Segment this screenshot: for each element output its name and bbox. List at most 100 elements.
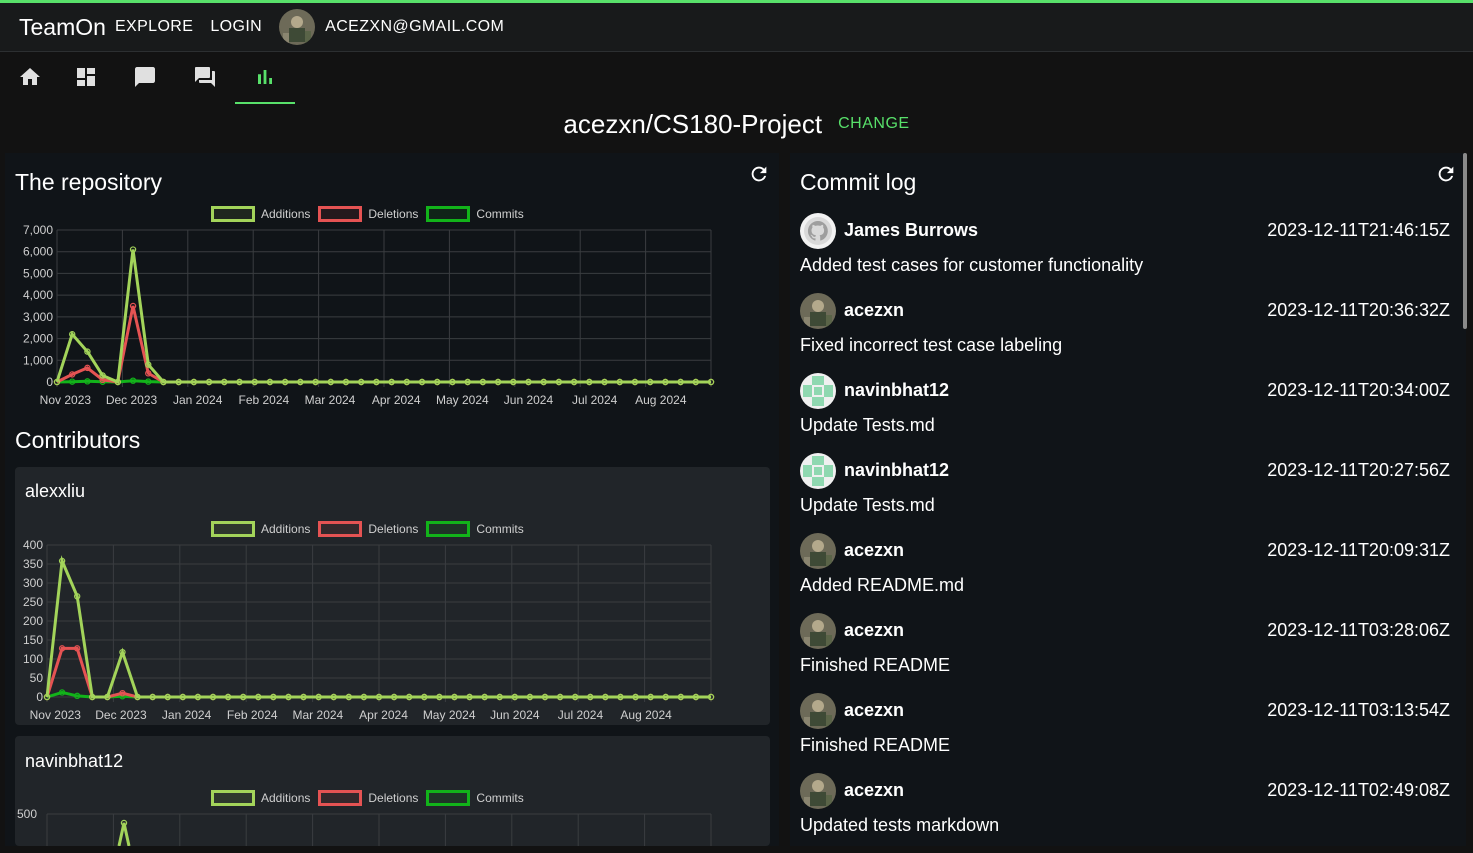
- commit-message: Finished README: [800, 655, 951, 675]
- author-avatar: [800, 453, 836, 489]
- commit-entry[interactable]: acezxn 2023-12-11T20:09:31Z Added README.m…: [800, 533, 1450, 613]
- scrollbar[interactable]: [1463, 153, 1467, 329]
- chart-legend: Additions Deletions Commits: [211, 206, 532, 222]
- commit-entry[interactable]: navinbhat12 2023-12-11T20:27:56Z Update Te…: [800, 453, 1450, 533]
- y-tick-label: 5,000: [23, 266, 53, 280]
- user-avatar[interactable]: [279, 9, 316, 45]
- repo-header: acezxn/CS180-Project CHANGE: [0, 106, 1473, 142]
- commit-author: acezxn: [844, 540, 905, 560]
- author-avatar: [800, 773, 836, 809]
- y-tick-label: 50: [30, 671, 44, 685]
- commit-timestamp: 2023-12-11T21:46:15Z: [1267, 220, 1450, 240]
- home-icon[interactable]: [0, 52, 60, 102]
- y-tick-label: 400: [23, 538, 43, 552]
- y-tick-label: 2,000: [23, 332, 53, 346]
- commit-author: acezxn: [844, 620, 905, 640]
- x-tick-label: Jan 2024: [173, 393, 223, 407]
- y-tick-label: 1,000: [23, 353, 53, 367]
- x-tick-label: Nov 2023: [30, 708, 82, 722]
- y-tick-label: 4,000: [23, 288, 53, 302]
- x-tick-label: Nov 2023: [40, 393, 92, 407]
- commit-timestamp: 2023-12-11T20:09:31Z: [1267, 540, 1450, 560]
- repository-chart: 0 1,000 2,000 3,000 4,000 5,000 6,000 7,000 Nov …: [23, 223, 715, 407]
- legend-commits[interactable]: Commits: [426, 521, 524, 537]
- legend-deletions[interactable]: Deletions: [318, 790, 418, 806]
- commit-author: navinbhat12: [844, 380, 950, 400]
- x-tick-label: Aug 2024: [620, 708, 672, 722]
- legend-additions[interactable]: Additions: [211, 521, 310, 537]
- y-tick-label: 0: [36, 690, 43, 704]
- y-tick-label: 3,000: [23, 310, 53, 324]
- commit-message: Finished README: [800, 735, 951, 755]
- commit-message: Updated tests markdown: [800, 815, 1000, 835]
- legend-additions[interactable]: Additions: [211, 206, 310, 222]
- commit-message: Update Tests.md: [800, 415, 935, 435]
- contributors-title: Contributors: [15, 427, 141, 453]
- contributor-chart: 500: [17, 807, 712, 846]
- y-tick-label: 300: [23, 576, 43, 590]
- contributor-name: alexxliu: [25, 481, 86, 501]
- refresh-repository-icon[interactable]: [748, 163, 770, 185]
- forum-icon[interactable]: [175, 52, 235, 102]
- commit-message: Added README.md: [800, 575, 965, 595]
- commit-timestamp: 2023-12-11T03:13:54Z: [1267, 700, 1450, 720]
- x-tick-label: Jul 2024: [572, 393, 618, 407]
- y-tick-label: 100: [23, 652, 43, 666]
- nav-login[interactable]: LOGIN: [210, 18, 262, 36]
- author-avatar: [800, 373, 836, 409]
- legend-commits[interactable]: Commits: [426, 206, 524, 222]
- x-tick-label: Jul 2024: [558, 708, 604, 722]
- author-avatar: [800, 613, 836, 649]
- x-tick-label: Mar 2024: [305, 393, 356, 407]
- y-tick-label: 0: [46, 375, 53, 389]
- change-repo-button[interactable]: CHANGE: [838, 115, 909, 133]
- brand-logo[interactable]: TeamOn: [19, 14, 106, 41]
- y-tick-label: 150: [23, 633, 43, 647]
- nav-explore[interactable]: EXPLORE: [115, 18, 193, 36]
- commit-entry[interactable]: acezxn 2023-12-11T03:13:54Z Finished READM…: [800, 693, 1450, 773]
- x-tick-label: Jun 2024: [490, 708, 540, 722]
- dashboard-icon[interactable]: [56, 52, 116, 102]
- user-email[interactable]: ACEZXN@GMAIL.COM: [325, 18, 504, 36]
- view-toolbar: [0, 52, 1473, 104]
- x-tick-label: Dec 2023: [95, 708, 147, 722]
- x-tick-label: Jan 2024: [162, 708, 212, 722]
- contributor-chart: 0 50 100 150 200 250 300 350 400 Nov 2023 Dec 2023…: [23, 538, 715, 722]
- series-line-additions: [117, 822, 131, 846]
- legend-deletions[interactable]: Deletions: [318, 521, 418, 537]
- commit-author: navinbhat12: [844, 460, 950, 480]
- legend-additions[interactable]: Additions: [211, 790, 310, 806]
- x-tick-label: Dec 2023: [106, 393, 158, 407]
- github-icon: [800, 213, 836, 249]
- y-tick-label: 500: [17, 807, 37, 821]
- chat-icon[interactable]: [115, 52, 175, 102]
- x-tick-label: Mar 2024: [293, 708, 344, 722]
- commit-message: Fixed incorrect test case labeling: [800, 335, 1063, 355]
- commit-entry[interactable]: navinbhat12 2023-12-11T20:34:00Z Update Te…: [800, 373, 1450, 453]
- x-tick-label: Apr 2024: [359, 708, 408, 722]
- commit-message: Added test cases for customer functional…: [800, 255, 1144, 275]
- commit-entry[interactable]: acezxn 2023-12-11T02:49:08Z Updated tests …: [800, 773, 1450, 853]
- chart-legend: Additions Deletions Commits: [211, 521, 532, 537]
- bar-chart-icon[interactable]: [235, 52, 295, 104]
- author-avatar: [800, 693, 836, 729]
- legend-commits[interactable]: Commits: [426, 790, 524, 806]
- author-avatar: [800, 533, 836, 569]
- y-tick-label: 6,000: [23, 245, 53, 259]
- contributor-name: navinbhat12: [25, 751, 124, 771]
- x-tick-label: Aug 2024: [635, 393, 687, 407]
- y-tick-label: 250: [23, 595, 43, 609]
- x-tick-label: Feb 2024: [227, 708, 278, 722]
- x-tick-label: May 2024: [423, 708, 476, 722]
- author-avatar: [800, 293, 836, 329]
- y-tick-label: 200: [23, 614, 43, 628]
- commit-timestamp: 2023-12-11T20:36:32Z: [1267, 300, 1450, 320]
- commit-entry[interactable]: acezxn 2023-12-11T20:36:32Z Fixed incorrec…: [800, 293, 1450, 373]
- commit-timestamp: 2023-12-11T20:34:00Z: [1267, 380, 1450, 400]
- refresh-commits-icon[interactable]: [1435, 163, 1457, 185]
- x-tick-label: May 2024: [436, 393, 489, 407]
- commit-entry[interactable]: James Burrows 2023-12-11T21:46:15Z Added t…: [800, 213, 1450, 293]
- legend-deletions[interactable]: Deletions: [318, 206, 418, 222]
- commit-entry[interactable]: acezxn 2023-12-11T03:28:06Z Finished READM…: [800, 613, 1450, 693]
- chart-legend: Additions Deletions Commits: [211, 790, 532, 806]
